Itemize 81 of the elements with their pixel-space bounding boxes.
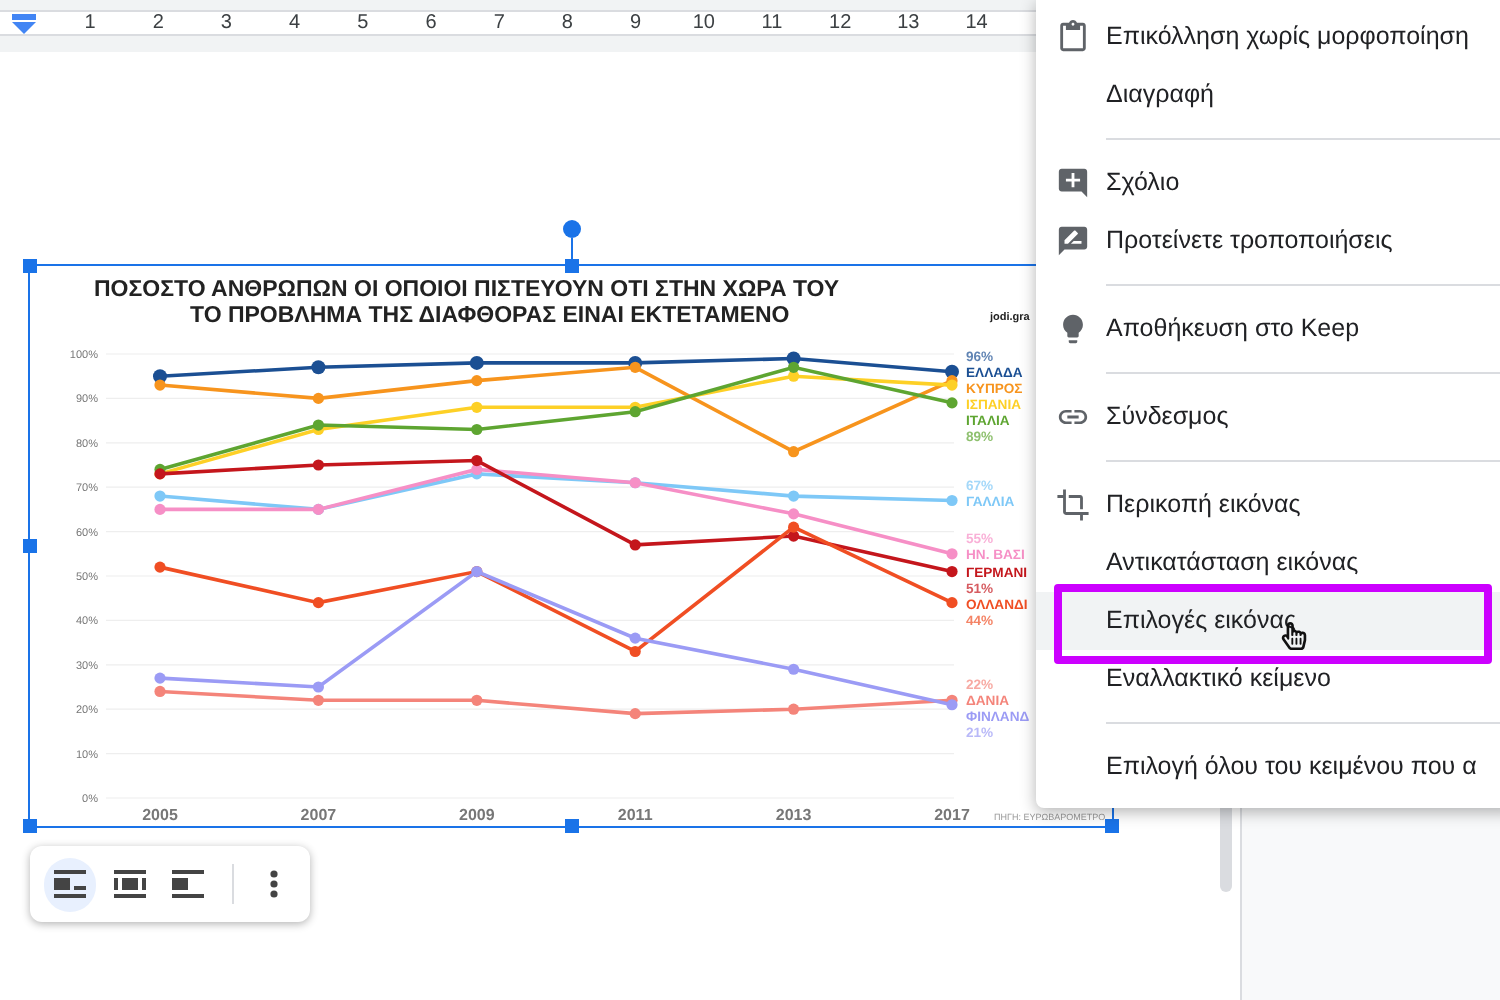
menu-item-label: Επιλογή όλου του κειμένου που α bbox=[1106, 750, 1477, 785]
menu-item[interactable]: Αντικατάσταση εικόνας bbox=[1036, 534, 1500, 592]
ruler-number: 11 bbox=[761, 10, 783, 36]
menu-item[interactable]: Επιλογή όλου του κειμένου που α bbox=[1036, 738, 1500, 796]
menu-item[interactable]: Επιλογές εικόνας bbox=[1036, 592, 1500, 650]
data-point bbox=[788, 446, 800, 458]
chart-subtitle: ΤΟ ΠΡΟΒΛΗΜΑ ΤΗΣ ΔΙΑΦΘΟΡΑΣ ΕΙΝΑΙ ΕΚΤΕΤΑΜΕΝΟ bbox=[190, 304, 790, 328]
data-point bbox=[312, 459, 324, 471]
x-tick-label: 2009 bbox=[459, 806, 495, 824]
indent-marker-icon[interactable] bbox=[12, 14, 36, 34]
more-icon bbox=[270, 870, 279, 898]
data-point bbox=[471, 375, 483, 387]
menu-item[interactable]: Σύνδεσμος bbox=[1036, 388, 1500, 446]
data-point bbox=[629, 539, 641, 551]
ruler-number: 2 bbox=[152, 10, 164, 36]
ruler-number: 5 bbox=[357, 10, 369, 36]
menu-item-label: Σύνδεσμος bbox=[1106, 400, 1229, 435]
menu-item[interactable]: Αποθήκευση στο Keep bbox=[1036, 300, 1500, 358]
data-point bbox=[946, 397, 958, 409]
x-tick-label: 2007 bbox=[300, 806, 337, 824]
data-point bbox=[629, 708, 641, 720]
data-point bbox=[154, 561, 166, 573]
menu-item-label: Σχόλιο bbox=[1106, 166, 1180, 201]
data-point bbox=[946, 565, 958, 578]
comment-add-icon bbox=[1056, 166, 1090, 200]
x-tick-label: 2017 bbox=[934, 806, 970, 824]
data-point bbox=[469, 355, 484, 370]
data-point bbox=[471, 401, 483, 413]
x-tick-label: 2005 bbox=[142, 806, 178, 824]
wrap-text-icon bbox=[113, 870, 146, 898]
menu-item-label: Επικόλληση χωρίς μορφοποίηση bbox=[1106, 20, 1469, 55]
ruler-number: 8 bbox=[561, 10, 573, 36]
data-point bbox=[311, 360, 326, 375]
menu-item[interactable]: Εναλλακτικό κείμενο bbox=[1036, 650, 1500, 708]
menu-item-label: Αντικατάσταση εικόνας bbox=[1106, 546, 1359, 581]
x-tick-label: 2011 bbox=[617, 806, 653, 824]
menu-item[interactable]: Σχόλιο bbox=[1036, 154, 1500, 212]
data-point bbox=[471, 423, 483, 436]
resize-handle[interactable] bbox=[565, 819, 579, 833]
data-point bbox=[312, 392, 324, 404]
ruler-number: 13 bbox=[897, 10, 920, 36]
resize-handle[interactable] bbox=[1105, 819, 1119, 833]
wrap-button[interactable] bbox=[44, 857, 97, 911]
data-point bbox=[471, 694, 483, 706]
data-point bbox=[946, 494, 958, 507]
ruler-number: 9 bbox=[630, 10, 642, 36]
menu-item-label: Διαγραφή bbox=[1106, 78, 1214, 113]
menu-item[interactable]: Διαγραφή bbox=[1036, 66, 1500, 124]
menu-item-label: Εναλλακτικό κείμενο bbox=[1106, 662, 1331, 697]
menu-item-label: Αποθήκευση στο Keep bbox=[1106, 312, 1360, 347]
ruler-number: 3 bbox=[220, 10, 232, 36]
ruler-number: 12 bbox=[829, 10, 852, 36]
ruler-number: 10 bbox=[692, 10, 715, 36]
edit-box-icon bbox=[1056, 224, 1090, 258]
resize-handle[interactable] bbox=[23, 819, 37, 833]
resize-handle[interactable] bbox=[565, 259, 579, 273]
x-tick-label: 2013 bbox=[775, 806, 812, 824]
menu-item-label: Επιλογές εικόνας bbox=[1106, 604, 1296, 639]
menu-item[interactable]: Επικόλληση χωρίς μορφοποίηση bbox=[1036, 8, 1500, 66]
ruler-number: 1 bbox=[84, 10, 96, 36]
break-text-icon bbox=[172, 870, 205, 898]
menu-item-label: Προτείνετε τροποποιήσεις bbox=[1106, 224, 1393, 259]
crop-icon bbox=[1056, 488, 1090, 522]
data-point bbox=[788, 663, 800, 675]
ruler-number: 6 bbox=[425, 10, 437, 36]
ruler-number: 14 bbox=[965, 10, 988, 36]
data-point bbox=[946, 548, 958, 560]
menu-item-label: Περικοπή εικόνας bbox=[1106, 488, 1301, 523]
data-point bbox=[788, 703, 800, 715]
chart-title: ΠΟΣΟΣΤΟ ΑΝΘΡΩΠΩΝ ΟΙ ΟΠΟΙΟΙ ΠΙΣΤΕΥΟΥΝ ΟΤΙ ΣΤΗΝ ΧΩΡΑ ΤΟΥ bbox=[94, 278, 840, 302]
data-point bbox=[312, 597, 324, 609]
inline-wrap-icon bbox=[54, 870, 87, 898]
clipboard-icon bbox=[1056, 20, 1090, 54]
menu-item[interactable]: Προτείνετε τροποποιήσεις bbox=[1036, 212, 1500, 270]
resize-handle[interactable] bbox=[23, 259, 37, 273]
resize-handle[interactable] bbox=[23, 539, 37, 553]
data-point bbox=[946, 597, 958, 609]
menu-item[interactable]: Περικοπή εικόνας bbox=[1036, 476, 1500, 534]
data-point bbox=[788, 490, 800, 502]
ruler-number: 7 bbox=[493, 10, 505, 36]
ruler-number: 4 bbox=[289, 10, 301, 36]
